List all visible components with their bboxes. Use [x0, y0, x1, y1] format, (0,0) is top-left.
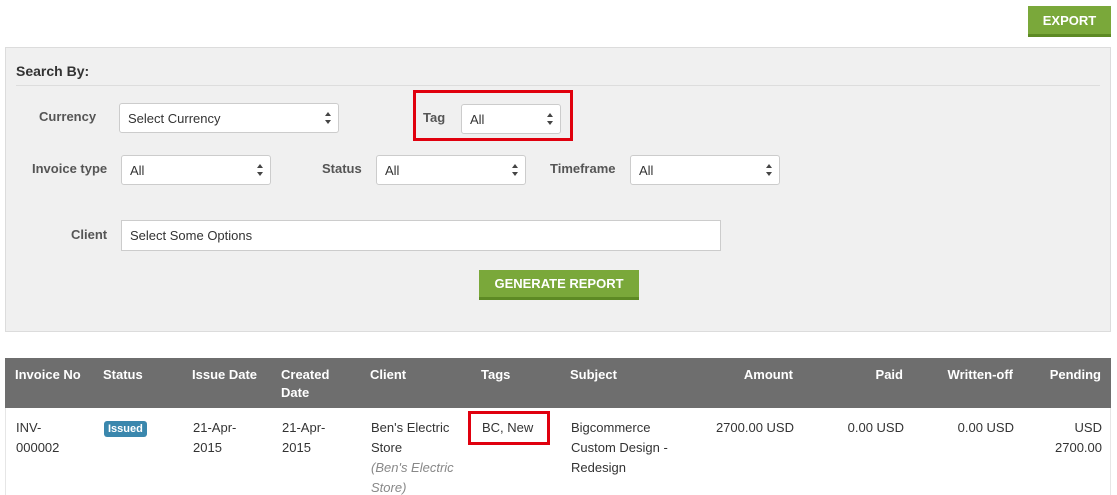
issue-date: 21-Apr-2015 [193, 420, 237, 455]
client-input[interactable]: Select Some Options [121, 220, 721, 251]
created-date: 21-Apr-2015 [282, 420, 326, 455]
timeframe-label: Timeframe [550, 161, 616, 176]
table-header: Invoice No Status Issue Date Created Dat… [5, 358, 1111, 408]
currency-label: Currency [39, 109, 97, 124]
amount-cell: 2700.00 USD [715, 420, 794, 435]
column-header[interactable]: Paid [805, 366, 903, 384]
select-arrows-icon [325, 112, 331, 124]
select-arrows-icon [512, 164, 518, 176]
invoice-type-label: Invoice type [32, 161, 108, 176]
client-input-placeholder: Select Some Options [130, 228, 253, 243]
invoice-type-select-value: All [130, 162, 145, 178]
currency-select[interactable]: Select Currency [119, 103, 339, 133]
status-select[interactable]: All [376, 155, 526, 185]
export-button[interactable]: EXPORT [1028, 6, 1111, 37]
select-arrows-icon [257, 164, 263, 176]
column-header[interactable]: Written-off [915, 366, 1013, 384]
tags-highlight-box [468, 411, 550, 445]
invoice-type-select[interactable]: All [121, 155, 271, 185]
pending-cell: USD 2700.00 [1055, 420, 1102, 455]
column-header[interactable]: Pending [1005, 366, 1101, 384]
select-arrows-icon [766, 164, 772, 176]
column-header[interactable]: Issue Date [192, 366, 257, 384]
client-name[interactable]: Ben's Electric Store [371, 420, 449, 455]
search-divider [16, 85, 1100, 86]
search-title: Search By: [16, 63, 90, 79]
column-header[interactable]: Status [103, 366, 143, 384]
client-label: Client [71, 227, 108, 242]
currency-select-value: Select Currency [128, 110, 221, 126]
timeframe-select-value: All [639, 162, 654, 178]
subject-cell: Bigcommerce Custom Design - Redesign [571, 420, 668, 475]
column-header[interactable]: Tags [481, 366, 510, 384]
column-header[interactable]: Invoice No [15, 366, 81, 384]
column-header[interactable]: Created Date [281, 366, 341, 402]
status-badge: Issued [104, 421, 147, 437]
status-select-value: All [385, 162, 400, 178]
column-header[interactable]: Amount [695, 366, 793, 384]
client-cell: Ben's Electric Store (Ben's Electric Sto… [371, 418, 471, 495]
tag-highlight-box [413, 90, 573, 141]
invoice-number[interactable]: INV-000002 [16, 418, 76, 458]
table-row[interactable]: INV-000002 Issued 21-Apr-2015 21-Apr-201… [5, 408, 1111, 495]
column-header[interactable]: Client [370, 366, 406, 384]
paid-cell: 0.00 USD [847, 420, 904, 435]
generate-report-button[interactable]: GENERATE REPORT [479, 270, 639, 300]
column-header[interactable]: Subject [570, 366, 617, 384]
written-off-cell: 0.00 USD [957, 420, 1014, 435]
timeframe-select[interactable]: All [630, 155, 780, 185]
status-cell: Issued [104, 418, 147, 438]
search-panel: Search By: Currency Select Currency Tag … [5, 47, 1111, 332]
client-subname: (Ben's Electric Store) [371, 460, 454, 495]
status-label: Status [322, 161, 362, 176]
